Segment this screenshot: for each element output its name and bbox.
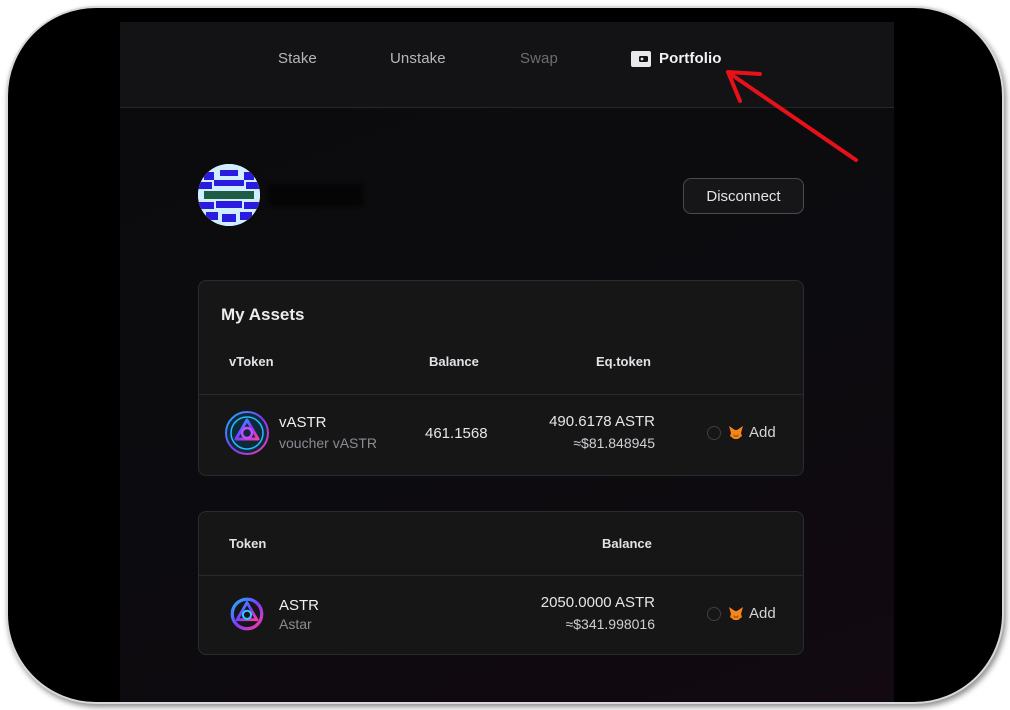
- wallet-icon: [631, 50, 651, 67]
- nav-tab-stake[interactable]: Stake: [278, 50, 317, 67]
- astar-logo-icon: [230, 597, 264, 631]
- account-name-redacted: [268, 184, 363, 206]
- identicon-icon: [198, 164, 260, 226]
- header-divider: [199, 575, 803, 576]
- app-window: Stake Unstake Swap Portfolio Disconnect …: [120, 22, 894, 702]
- tokens-card: Token Balance ASTR Astar 2050.0000 ASTR …: [198, 511, 804, 655]
- clock-icon: [707, 606, 721, 621]
- add-label: Add: [749, 605, 776, 622]
- add-label: Add: [749, 424, 776, 441]
- column-header-eq-token: Eq.token: [596, 354, 651, 369]
- nav-tab-portfolio[interactable]: Portfolio: [631, 50, 722, 67]
- nav-tab-unstake[interactable]: Unstake: [390, 50, 446, 67]
- column-header-token: Token: [229, 536, 267, 551]
- clock-icon: [707, 425, 721, 440]
- token-balance: 461.1568: [425, 425, 488, 442]
- vastr-logo-icon: [225, 411, 269, 455]
- token-balance-amount: 2050.0000 ASTR: [540, 594, 655, 611]
- metamask-fox-icon: [729, 426, 743, 439]
- metamask-fox-icon: [729, 607, 743, 620]
- account-avatar: [198, 164, 260, 226]
- disconnect-button[interactable]: Disconnect: [683, 178, 804, 214]
- my-assets-card: My Assets vToken Balance Eq.token vASTR …: [198, 280, 804, 476]
- token-balance-usd: ≈$341.998016: [565, 616, 655, 632]
- column-header-balance: Balance: [429, 354, 479, 369]
- nav-tab-swap[interactable]: Swap: [520, 50, 558, 67]
- column-header-balance: Balance: [602, 536, 652, 551]
- add-token-button[interactable]: Add: [707, 605, 776, 622]
- top-nav: Stake Unstake Swap Portfolio: [120, 22, 894, 108]
- token-name: vASTR: [279, 414, 327, 431]
- screenshot-frame: Stake Unstake Swap Portfolio Disconnect …: [6, 6, 1004, 704]
- header-divider: [199, 394, 803, 395]
- my-assets-title: My Assets: [221, 305, 305, 324]
- eq-token-amount: 490.6178 ASTR: [549, 413, 655, 430]
- add-token-button[interactable]: Add: [707, 424, 776, 441]
- nav-tab-portfolio-label: Portfolio: [659, 50, 722, 67]
- token-name: ASTR: [279, 597, 320, 614]
- token-subtitle: Astar: [279, 616, 312, 632]
- token-subtitle: voucher vASTR: [279, 435, 378, 451]
- column-header-vtoken: vToken: [229, 354, 274, 369]
- eq-token-usd: ≈$81.848945: [573, 435, 655, 451]
